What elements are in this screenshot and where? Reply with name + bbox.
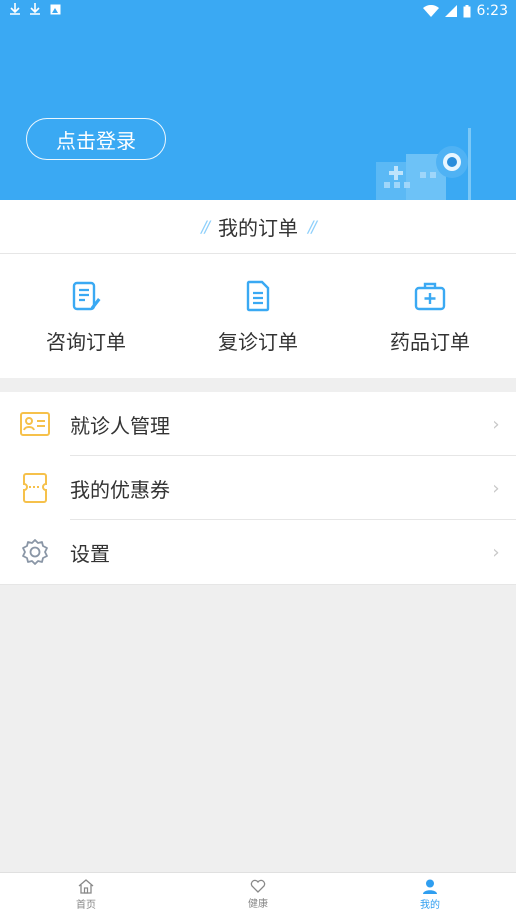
medicine-orders-button[interactable]: 药品订单 — [344, 254, 516, 378]
order-label: 咨询订单 — [46, 329, 126, 354]
nav-item-home[interactable]: 首页 — [0, 873, 172, 916]
status-notifications — [10, 3, 61, 15]
orders-card: // 我的订单 // 咨询订单 复诊订单 药品订单 — [0, 200, 516, 378]
patient-card-icon — [0, 412, 70, 436]
menu-item-label: 就诊人管理 — [70, 413, 170, 438]
menu-item-coupons[interactable]: 我的优惠券 › — [0, 456, 516, 520]
home-icon — [78, 878, 94, 894]
person-icon — [423, 879, 437, 894]
orders-header: // 我的订单 // — [0, 200, 516, 254]
nav-item-health[interactable]: 健康 — [172, 873, 344, 916]
download-icon — [10, 3, 20, 15]
order-label: 复诊订单 — [218, 329, 298, 354]
profile-menu: 就诊人管理 › 我的优惠券 › 设置 › — [0, 392, 516, 585]
chevron-right-icon: › — [492, 413, 500, 435]
nav-label: 我的 — [420, 899, 440, 911]
title-decoration-icon: // — [308, 217, 317, 236]
followup-orders-button[interactable]: 复诊订单 — [172, 254, 344, 378]
nav-label: 健康 — [248, 899, 268, 910]
order-label: 药品订单 — [390, 329, 470, 354]
orders-row: 咨询订单 复诊订单 药品订单 — [0, 254, 516, 378]
status-time: 6:23 — [476, 3, 508, 19]
heart-icon — [250, 879, 266, 893]
bottom-nav: 首页 健康 我的 — [0, 872, 516, 916]
menu-item-settings[interactable]: 设置 › — [0, 520, 516, 584]
image-notification-icon — [50, 4, 61, 14]
signal-icon — [444, 5, 457, 17]
nav-item-mine[interactable]: 我的 — [344, 873, 516, 916]
profile-header: 6:23 点击登录 — [0, 0, 516, 200]
title-decoration-icon: // — [201, 217, 210, 236]
menu-item-label: 我的优惠券 — [70, 477, 170, 502]
chevron-right-icon: › — [492, 541, 500, 563]
menu-item-patient-management[interactable]: 就诊人管理 › — [0, 392, 516, 456]
divider — [0, 584, 516, 585]
chevron-right-icon: › — [492, 477, 500, 499]
status-bar: 6:23 — [0, 0, 516, 24]
hospital-illustration — [376, 128, 471, 200]
document-icon — [246, 280, 270, 311]
consult-edit-icon — [72, 281, 101, 310]
menu-item-label: 设置 — [70, 541, 110, 566]
wifi-icon — [422, 5, 439, 17]
gear-icon — [0, 538, 70, 566]
orders-title: 我的订单 — [218, 216, 298, 240]
status-system: 6:23 — [422, 3, 508, 19]
coupon-icon — [0, 473, 70, 503]
consult-orders-button[interactable]: 咨询订单 — [0, 254, 172, 378]
login-button[interactable]: 点击登录 — [26, 118, 166, 160]
battery-icon — [463, 4, 471, 17]
medicine-kit-icon — [414, 282, 446, 310]
nav-label: 首页 — [76, 899, 96, 911]
download-icon — [30, 3, 40, 15]
